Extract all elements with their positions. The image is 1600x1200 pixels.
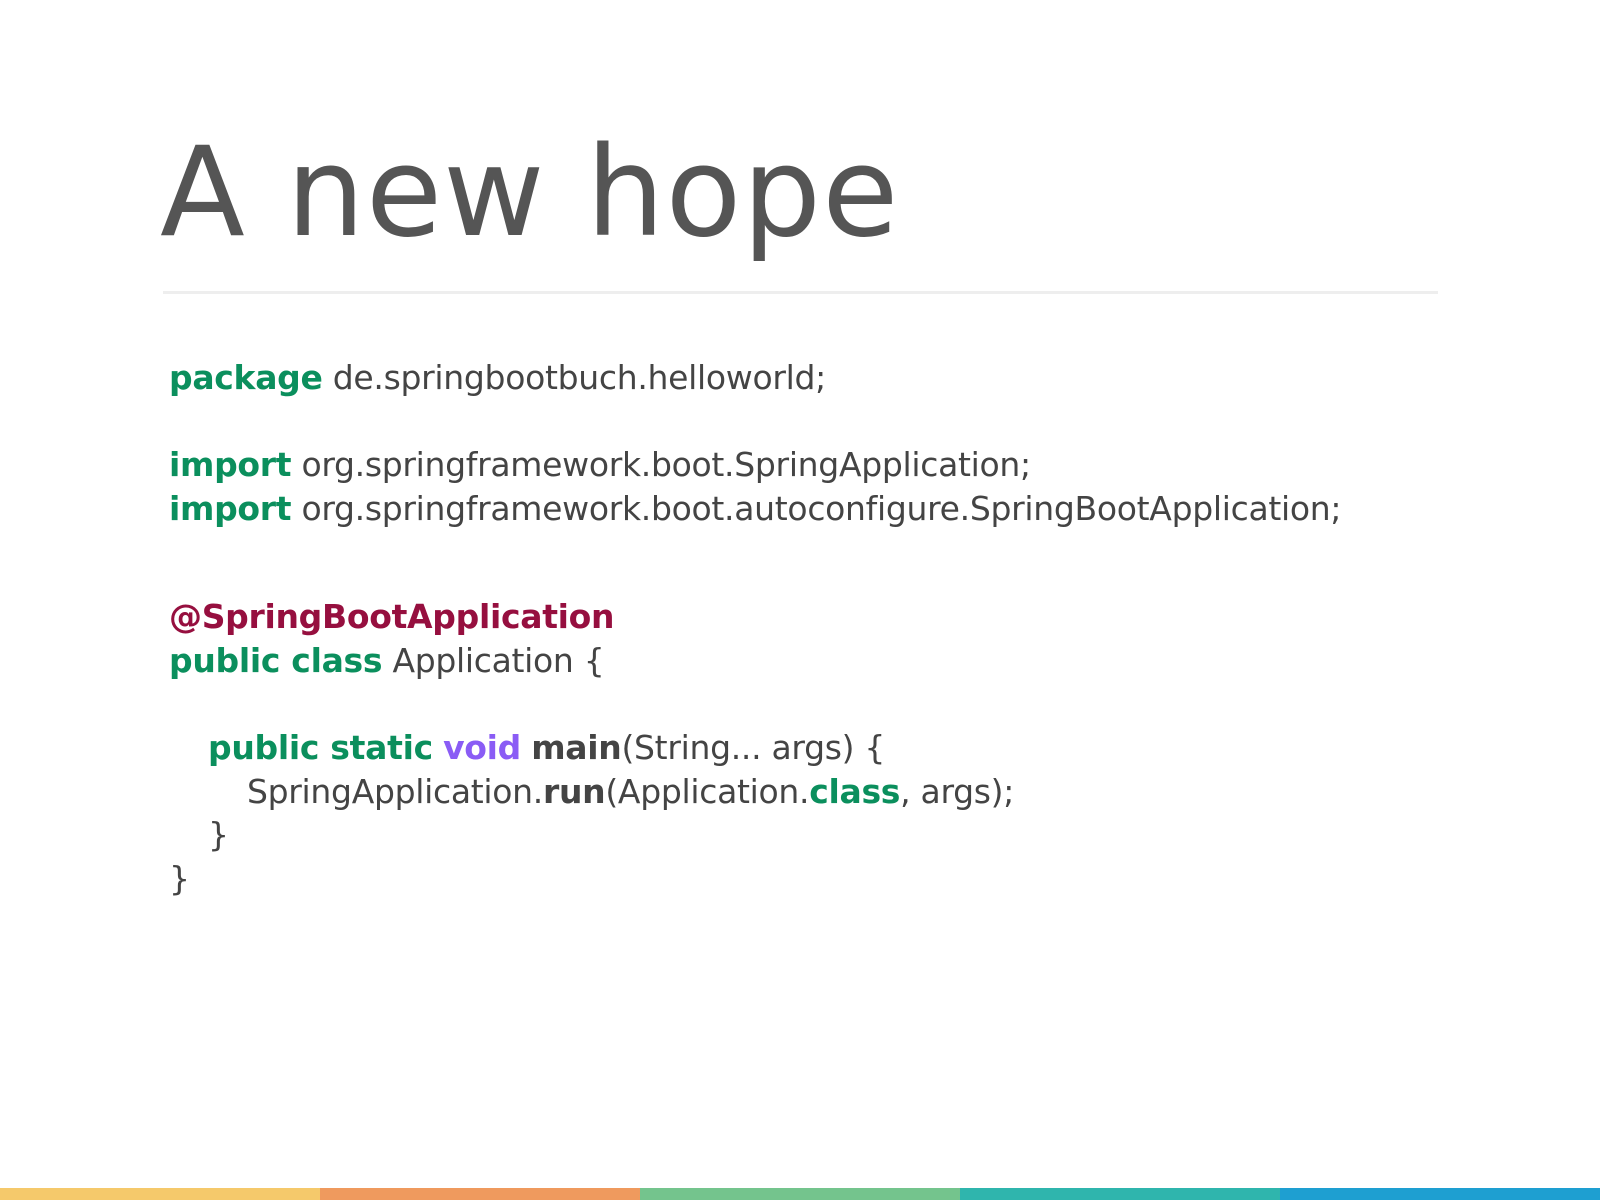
color-bar-segment: [640, 1188, 960, 1200]
code-block: package de.springbootbuch.helloworld; imp…: [169, 356, 1342, 901]
keyword-void: void: [443, 728, 521, 768]
method-name: run: [542, 771, 606, 811]
title-divider: [163, 291, 1438, 294]
method-name: main: [531, 728, 622, 768]
code-text: org.springframework.boot.SpringApplicati…: [291, 445, 1031, 485]
keyword: public class: [169, 640, 383, 680]
keyword: import: [169, 488, 292, 528]
code-text: SpringApplication.: [247, 771, 543, 811]
code-line-import: import org.springframework.boot.SpringAp…: [169, 443, 1341, 487]
code-text: Application {: [382, 640, 605, 680]
color-bar-segment: [320, 1188, 640, 1200]
code-text: (Application.: [605, 771, 810, 811]
code-line-close-brace: }: [169, 813, 1341, 857]
slide-title: A new hope: [160, 121, 900, 265]
keyword: import: [169, 445, 292, 485]
code-line-close-brace: }: [169, 857, 1341, 901]
annotation: @SpringBootApplication: [169, 597, 615, 637]
keyword: public static: [208, 728, 433, 768]
code-line-annotation: @SpringBootApplication: [169, 595, 1341, 639]
code-text: (String... args) {: [621, 728, 886, 768]
code-line-import: import org.springframework.boot.autoconf…: [169, 487, 1342, 531]
code-line-package: package de.springbootbuch.helloworld;: [169, 356, 1341, 400]
code-line-run-call: SpringApplication.run(Application.class,…: [169, 770, 1341, 814]
closing-brace: }: [208, 815, 229, 855]
code-text: de.springbootbuch.helloworld;: [322, 358, 826, 397]
code-line-class-declaration: public class Application {: [169, 639, 1341, 683]
bottom-color-bar: [0, 1188, 1600, 1200]
color-bar-segment: [1280, 1188, 1600, 1200]
closing-brace: }: [169, 858, 190, 898]
slide: A new hope package de.springbootbuch.hel…: [0, 0, 1600, 1200]
color-bar-segment: [960, 1188, 1280, 1200]
code-line-main-method: public static void main(String... args) …: [169, 726, 1341, 770]
color-bar-segment: [0, 1188, 320, 1200]
keyword: class: [809, 771, 901, 811]
code-text: org.springframework.boot.autoconfigure.S…: [291, 488, 1342, 528]
keyword: package: [169, 358, 323, 397]
code-text: , args);: [900, 771, 1015, 811]
